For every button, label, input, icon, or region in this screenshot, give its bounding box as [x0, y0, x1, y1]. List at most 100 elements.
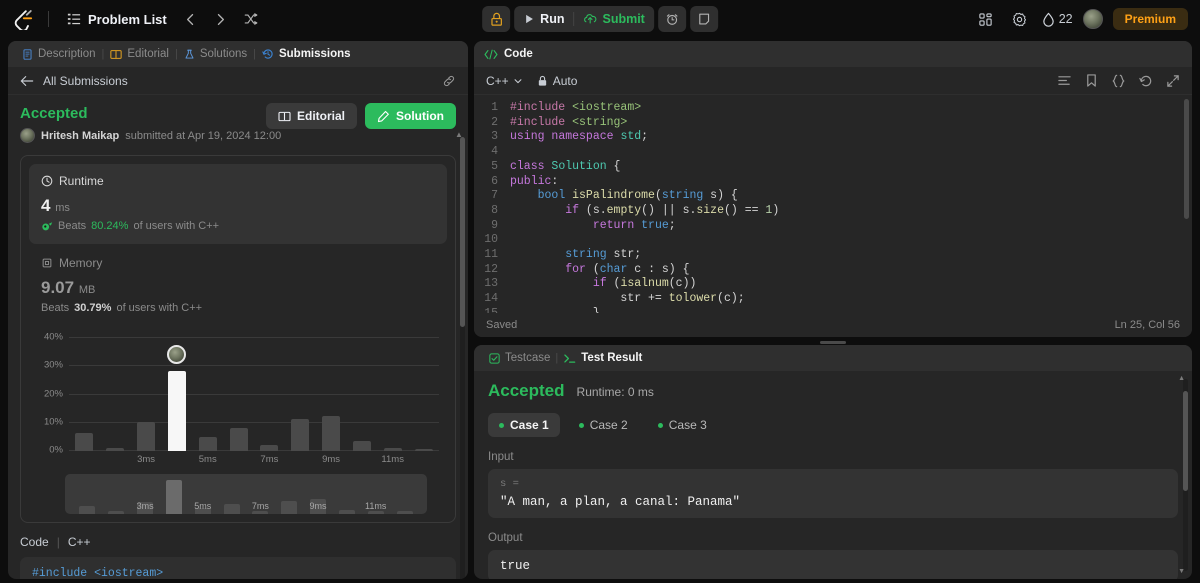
editor-scrollbar[interactable]: [1184, 99, 1189, 309]
author-name[interactable]: Hritesh Maikap: [41, 130, 119, 142]
chart-brush-selector[interactable]: 3ms 5ms 7ms 9ms 11ms: [65, 474, 427, 514]
next-problem-button[interactable]: [209, 7, 233, 31]
chart-bar[interactable]: [198, 437, 217, 451]
code-line[interactable]: 7 bool isPalindrome(string s) {: [474, 189, 1192, 204]
memory-stat[interactable]: Memory 9.07 MB Beats 30.79% of users wit…: [29, 244, 447, 316]
submitted-code-preview[interactable]: #include <iostream>: [20, 557, 456, 579]
gear-icon[interactable]: [1008, 7, 1032, 31]
test-result-body: Accepted Runtime: 0 ms Case 1 Case 2 Cas…: [474, 371, 1192, 579]
tab-submissions[interactable]: Submissions: [256, 41, 357, 67]
chart-bar-cell[interactable]: [408, 327, 439, 451]
code-line[interactable]: 15 }: [474, 307, 1192, 313]
tab-testcase[interactable]: Testcase: [484, 352, 555, 364]
code-line[interactable]: 13 if (isalnum(c)): [474, 277, 1192, 292]
code-line[interactable]: 4: [474, 145, 1192, 160]
tab-test-result[interactable]: Test Result: [558, 352, 647, 364]
runtime-distribution-chart[interactable]: 0% 10% 20% 30% 40% 3ms 5ms 7ms 9ms 11ms: [33, 326, 443, 466]
editorial-button[interactable]: Editorial: [265, 103, 357, 129]
chart-bar[interactable]: [106, 447, 125, 451]
all-submissions-back-button[interactable]: All Submissions: [20, 74, 128, 88]
user-avatar-marker[interactable]: [167, 344, 187, 364]
chart-bar[interactable]: [137, 421, 156, 451]
code-line[interactable]: 9 return true;: [474, 219, 1192, 234]
chart-bar-cell[interactable]: [192, 327, 223, 451]
chart-bar[interactable]: [322, 416, 341, 451]
case-tab-3[interactable]: Case 3: [647, 413, 718, 437]
timer-icon[interactable]: [657, 6, 686, 32]
tab-editorial[interactable]: Editorial: [104, 41, 175, 67]
code-line[interactable]: 6 public:: [474, 175, 1192, 190]
chart-bar[interactable]: [229, 427, 248, 451]
chart-bar-highlighted[interactable]: [167, 370, 186, 451]
shuffle-icon[interactable]: [239, 7, 263, 31]
chart-bar-cell[interactable]: [346, 327, 377, 451]
code-line[interactable]: 5 class Solution {: [474, 160, 1192, 175]
input-box[interactable]: s = "A man, a plan, a canal: Panama": [488, 469, 1178, 518]
code-brackets-icon: [484, 49, 498, 60]
code-line[interactable]: 12 for (char c : s) {: [474, 263, 1192, 278]
chart-bar[interactable]: [291, 419, 310, 451]
chart-bar-cell[interactable]: [100, 327, 131, 451]
chart-bar-cell[interactable]: [377, 327, 408, 451]
prev-problem-button[interactable]: [179, 7, 203, 31]
chart-bar[interactable]: [352, 440, 371, 451]
chart-bar[interactable]: [260, 444, 279, 451]
expand-icon[interactable]: [1166, 74, 1180, 88]
code-line[interactable]: 1 #include <iostream>: [474, 101, 1192, 116]
tab-code[interactable]: Code: [484, 48, 533, 60]
code-line-text: }: [510, 307, 600, 313]
apps-grid-icon[interactable]: [974, 7, 998, 31]
code-editor[interactable]: 1 #include <iostream> 2 #include <string> 3 u…: [474, 95, 1192, 313]
tab-solutions[interactable]: Solutions: [178, 41, 253, 67]
test-panel-scrollbar[interactable]: ▲ ▼: [1178, 375, 1188, 575]
submit-button[interactable]: Submit: [574, 6, 653, 32]
resize-grip[interactable]: [820, 340, 846, 344]
link-icon[interactable]: [442, 74, 456, 88]
note-icon[interactable]: [689, 6, 718, 32]
test-scroll-down-arrow[interactable]: ▼: [1178, 568, 1185, 575]
bookmark-icon[interactable]: [1085, 73, 1098, 88]
format-icon[interactable]: [1057, 74, 1072, 88]
code-line[interactable]: 11 string str;: [474, 248, 1192, 263]
language-selector[interactable]: C++: [486, 74, 523, 88]
braces-icon[interactable]: [1111, 74, 1126, 88]
chart-bar-cell[interactable]: [131, 327, 162, 451]
tab-description[interactable]: Description: [16, 41, 102, 67]
test-scroll-thumb[interactable]: [1183, 391, 1188, 491]
case-tab-1[interactable]: Case 1: [488, 413, 560, 437]
code-lines[interactable]: 1 #include <iostream> 2 #include <string> 3 u…: [474, 95, 1192, 313]
solution-button[interactable]: Solution: [365, 103, 456, 129]
problem-list-button[interactable]: Problem List: [61, 9, 173, 30]
scroll-thumb[interactable]: [460, 137, 465, 327]
daily-challenge-icon[interactable]: [482, 6, 511, 32]
avatar[interactable]: [1082, 9, 1103, 29]
leetcode-logo[interactable]: [12, 7, 36, 31]
chart-bar[interactable]: [383, 448, 402, 451]
code-line[interactable]: 10: [474, 233, 1192, 248]
author-avatar[interactable]: [20, 128, 35, 143]
chart-bar-cell[interactable]: [254, 327, 285, 451]
chart-bar-cell[interactable]: [316, 327, 347, 451]
reset-icon[interactable]: [1139, 74, 1153, 88]
code-line[interactable]: 8 if (s.empty() || s.size() == 1): [474, 204, 1192, 219]
case-tab-2[interactable]: Case 2: [568, 413, 639, 437]
editor-scroll-thumb[interactable]: [1184, 99, 1189, 219]
code-line[interactable]: 14 str += tolower(c);: [474, 292, 1192, 307]
chart-bar-cell[interactable]: [69, 327, 100, 451]
runtime-beats: Beats 80.24% of users with C++: [41, 220, 435, 232]
case-tabs: Case 1 Case 2 Case 3: [488, 413, 1178, 437]
code-line[interactable]: 2 #include <string>: [474, 116, 1192, 131]
chart-bar-cell[interactable]: [223, 327, 254, 451]
auto-sync-toggle[interactable]: Auto: [537, 74, 577, 88]
premium-button[interactable]: Premium: [1112, 8, 1188, 30]
chart-bar[interactable]: [75, 432, 94, 451]
left-panel-scrollbar[interactable]: ▲ ▼: [455, 131, 465, 579]
run-button[interactable]: Run: [514, 6, 573, 32]
streak-counter[interactable]: 22: [1042, 12, 1073, 27]
chart-bar[interactable]: [414, 449, 433, 451]
runtime-stat[interactable]: Runtime 4 ms Beats 80.24% of users with …: [29, 164, 447, 244]
code-line-text: bool isPalindrome(string s) {: [537, 189, 738, 203]
chart-y-tick: 30%: [43, 359, 63, 371]
code-line[interactable]: 3 using namespace std;: [474, 130, 1192, 145]
chart-bar-cell[interactable]: [285, 327, 316, 451]
